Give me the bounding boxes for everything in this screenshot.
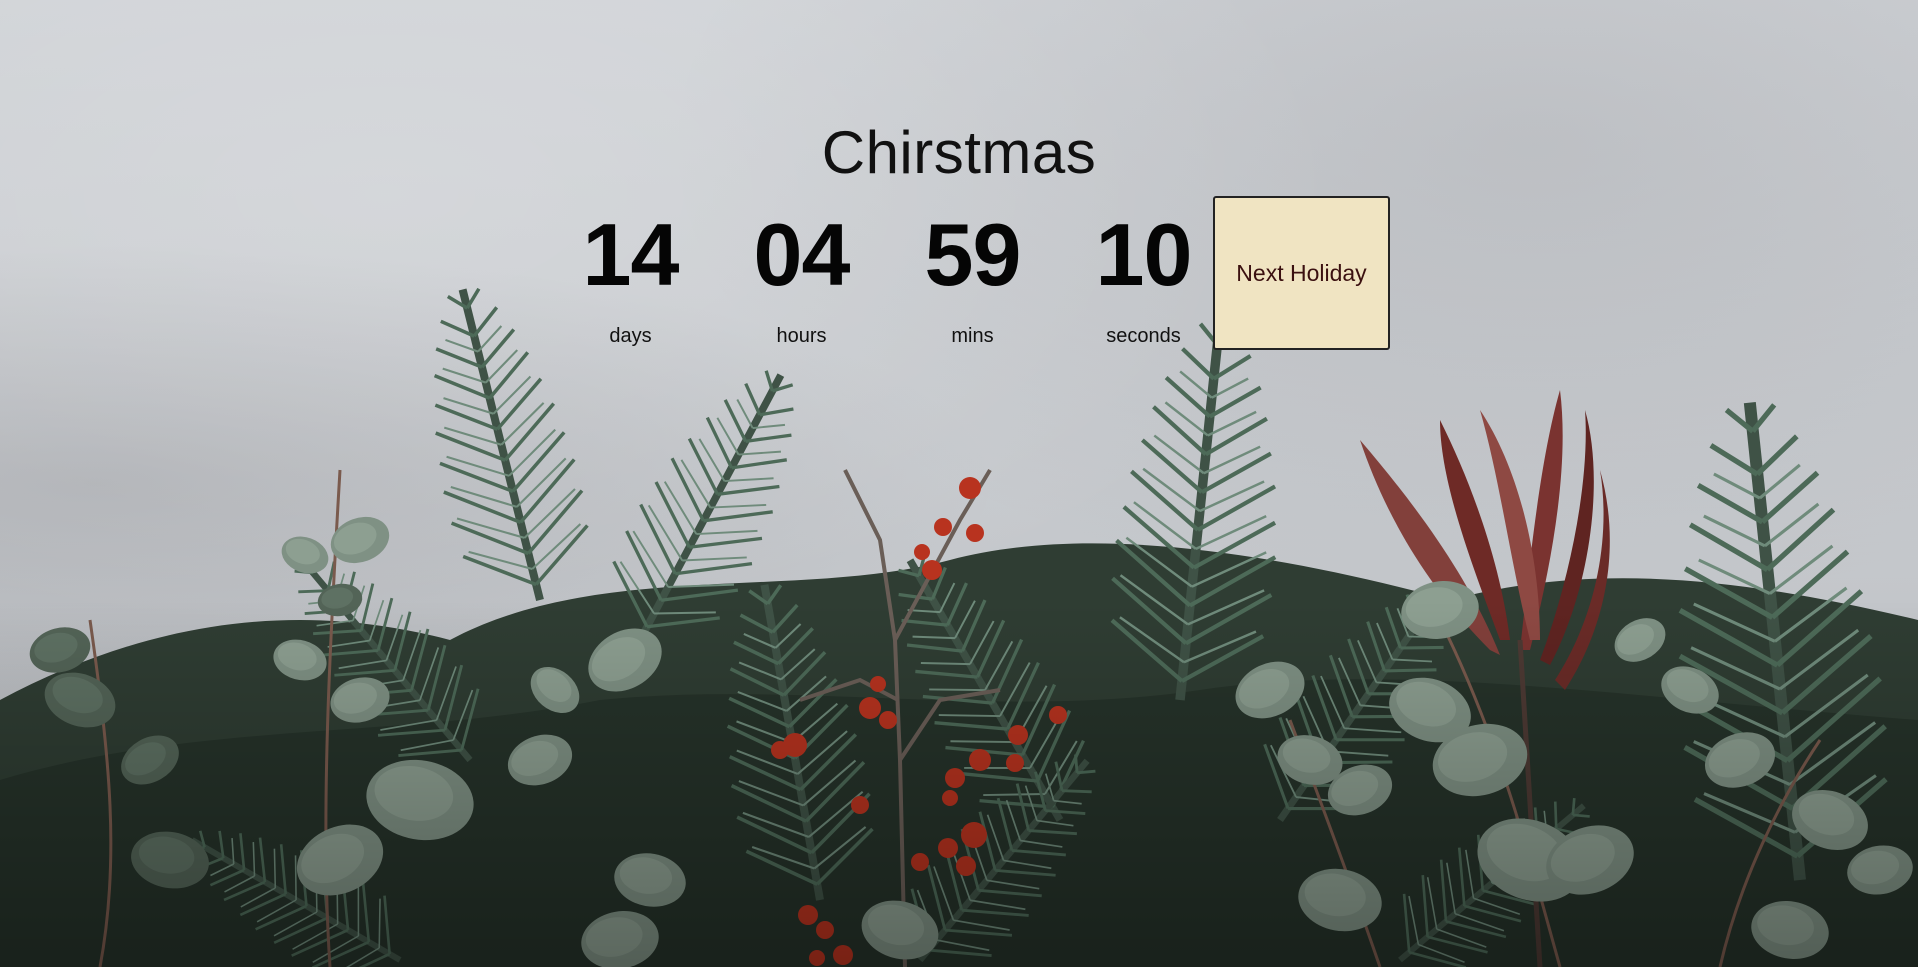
hours-label: hours [776,325,827,347]
mins-label: mins [951,325,994,347]
next-holiday-button[interactable]: Next Holiday [1213,196,1390,350]
countdown-mins: 59 mins [887,205,1058,348]
countdown-hours: 04 hours [716,205,887,348]
countdown-timer: 14 days 04 hours 59 mins 10 seconds [545,205,1229,348]
hours-value: 04 [753,205,851,304]
seconds-value: 10 [1095,205,1193,304]
days-label: days [609,325,652,347]
mins-value: 59 [924,205,1022,304]
holiday-title: Chirstmas [821,119,1097,187]
seconds-label: seconds [1106,325,1181,347]
countdown-days: 14 days [545,205,716,348]
countdown-seconds: 10 seconds [1058,205,1229,348]
days-value: 14 [582,205,680,304]
